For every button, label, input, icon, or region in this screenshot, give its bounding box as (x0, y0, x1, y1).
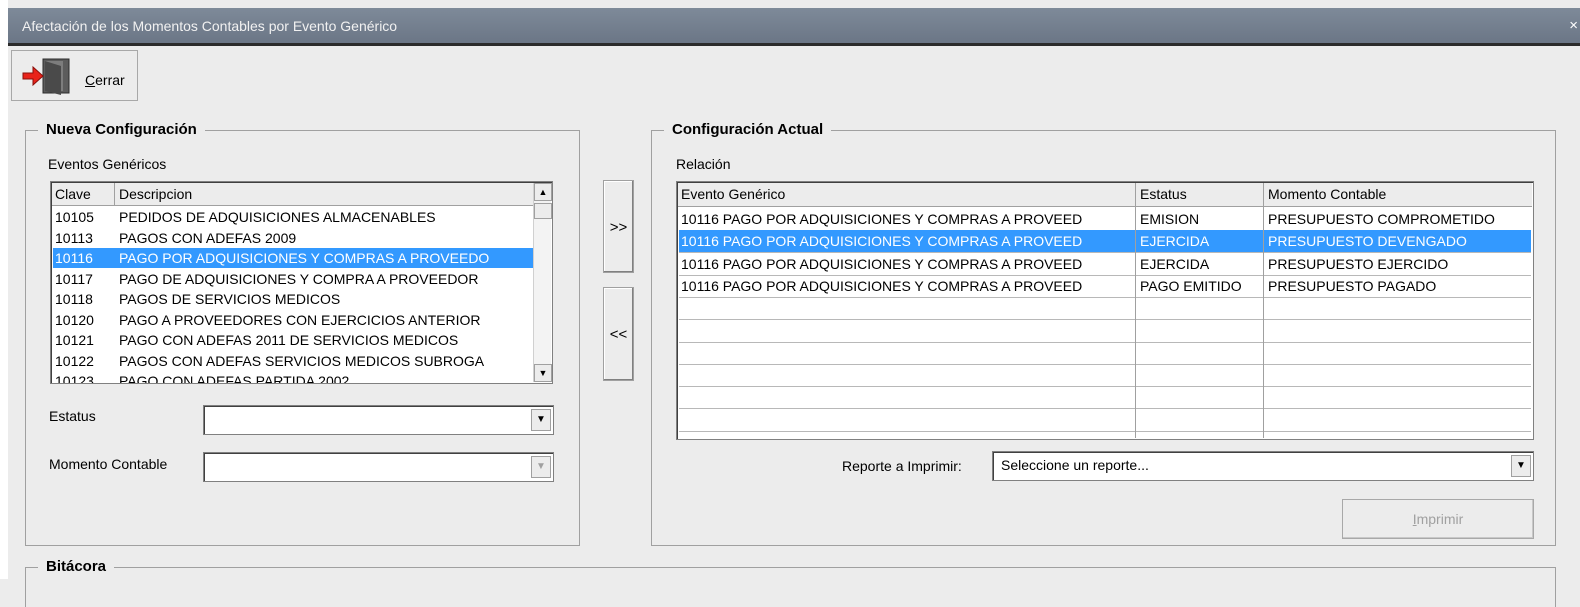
imprimir-button[interactable]: Imprimir (1342, 499, 1534, 539)
list-item[interactable]: 10118 PAGOS DE SERVICIOS MEDICOS (53, 289, 534, 309)
column-header-evento-generico[interactable]: Evento Genérico (681, 186, 785, 202)
window-title: Afectación de los Momentos Contables por… (22, 18, 398, 34)
table-row[interactable]: 10116 PAGO POR ADQUISICIONES Y COMPRAS A… (679, 230, 1531, 253)
estatus-cell: PAGO EMITIDO (1140, 277, 1242, 294)
column-header-momento-contable[interactable]: Momento Contable (1268, 186, 1386, 202)
window-left-edge (0, 0, 8, 579)
estatus-label: Estatus (49, 408, 96, 424)
evento-cell: 10116 PAGO POR ADQUISICIONES Y COMPRAS A… (681, 211, 1083, 227)
descripcion-cell: PAGOS DE SERVICIOS MEDICOS (119, 291, 341, 307)
eventos-genericos-list[interactable]: Clave Descripcion 10105 PEDIDOS DE ADQUIS… (50, 181, 553, 384)
clave-cell: 10116 (55, 250, 93, 266)
descripcion-cell: PAGOS CON ADEFAS SERVICIOS MEDICOS SUBRO… (119, 352, 485, 369)
estatus-cell: EMISION (1140, 211, 1200, 227)
clave-cell: 10120 (55, 311, 94, 328)
scroll-up-button[interactable]: ▲ (534, 183, 552, 201)
momento-cell: PRESUPUESTO EJERCIDO (1268, 255, 1449, 272)
momento-contable-select[interactable]: ▼ (203, 452, 554, 482)
momento-cell: PRESUPUESTO PAGADO (1268, 277, 1437, 294)
chevron-down-icon[interactable]: ▼ (531, 456, 551, 478)
eventos-scrollbar[interactable]: ▲ ▼ (533, 183, 552, 382)
momento-cell: PRESUPUESTO COMPROMETIDO (1268, 211, 1495, 227)
configuracion-actual-title: Configuración Actual (664, 121, 832, 138)
list-item[interactable]: 10122 PAGOS CON ADEFAS SERVICIOS MEDICOS … (53, 351, 534, 371)
descripcion-cell: PAGO A PROVEEDORES CON EJERCICIOS ANTERI… (119, 311, 481, 328)
clave-cell: 10122 (55, 352, 94, 369)
list-item[interactable]: 10117 PAGO DE ADQUISICIONES Y COMPRA A PR… (53, 269, 534, 289)
column-header-estatus[interactable]: Estatus (1140, 186, 1187, 202)
clave-cell: 10105 (55, 209, 94, 225)
estatus-cell: EJERCIDA (1140, 233, 1210, 250)
descripcion-cell: PEDIDOS DE ADQUISICIONES ALMACENABLES (119, 209, 436, 225)
add-relation-button[interactable]: >> (603, 180, 634, 273)
list-item[interactable]: 10113 PAGOS CON ADEFAS 2009 (53, 228, 534, 248)
remove-relation-button[interactable]: << (603, 287, 634, 381)
relacion-label: Relación (676, 156, 731, 172)
descripcion-cell: PAGO POR ADQUISICIONES Y COMPRAS A PROVE… (119, 250, 490, 266)
cerrar-label: Cerrar (85, 72, 125, 88)
eventos-genericos-label: Eventos Genéricos (48, 156, 167, 172)
table-row[interactable]: 10116 PAGO POR ADQUISICIONES Y COMPRAS A… (679, 253, 1531, 275)
clave-cell: 10118 (55, 291, 93, 307)
clave-cell: 10121 (55, 332, 94, 348)
descripcion-cell: PAGO DE ADQUISICIONES Y COMPRA A PROVEED… (119, 270, 479, 287)
table-row[interactable]: 10116 PAGO POR ADQUISICIONES Y COMPRAS A… (679, 275, 1531, 297)
scroll-thumb[interactable] (534, 203, 552, 219)
bitacora-group: Bitácora (25, 558, 1556, 607)
evento-cell: 10116 PAGO POR ADQUISICIONES Y COMPRAS A… (681, 277, 1083, 294)
eventos-list-header: Clave Descripcion (52, 183, 534, 206)
estatus-cell: EJERCIDA (1140, 255, 1210, 272)
column-header-clave[interactable]: Clave (55, 186, 91, 202)
exit-door-icon (22, 58, 70, 95)
chevron-down-icon[interactable]: ▼ (1511, 455, 1531, 477)
main-window: Afectación de los Momentos Contables por… (0, 0, 1580, 607)
column-header-descripcion[interactable]: Descripcion (119, 186, 192, 202)
clave-cell: 10123 (55, 373, 94, 384)
list-item[interactable]: 10120 PAGO A PROVEEDORES CON EJERCICIOS A… (53, 310, 534, 330)
descripcion-cell: PAGO CON ADEFAS 2011 DE SERVICIOS MEDICO… (119, 332, 459, 348)
clave-cell: 10113 (55, 229, 93, 246)
estatus-select[interactable]: ▼ (203, 405, 554, 435)
momento-contable-label: Momento Contable (49, 456, 168, 472)
evento-cell: 10116 PAGO POR ADQUISICIONES Y COMPRAS A… (681, 255, 1083, 272)
nueva-configuracion-title: Nueva Configuración (38, 121, 205, 138)
list-item[interactable]: 10123 PAGO CON ADEFAS PARTIDA 2002 (53, 371, 534, 384)
chevron-down-icon[interactable]: ▼ (531, 409, 551, 431)
list-item[interactable]: 10105 PEDIDOS DE ADQUISICIONES ALMACENABL… (53, 207, 534, 227)
list-item[interactable]: 10116 PAGO POR ADQUISICIONES Y COMPRAS A … (53, 248, 534, 268)
reporte-value: Seleccione un reporte... (1001, 457, 1149, 473)
title-bar: Afectación de los Momentos Contables por… (8, 8, 1580, 46)
table-row[interactable]: 10116 PAGO POR ADQUISICIONES Y COMPRAS A… (679, 208, 1531, 230)
cerrar-button[interactable]: Cerrar (11, 50, 138, 101)
reporte-label: Reporte a Imprimir: (842, 458, 962, 474)
close-window-icon[interactable]: × (1569, 8, 1578, 44)
list-item[interactable]: 10121 PAGO CON ADEFAS 2011 DE SERVICIOS M… (53, 330, 534, 350)
descripcion-cell: PAGOS CON ADEFAS 2009 (119, 229, 297, 246)
relacion-grid[interactable]: Evento Genérico Estatus Momento Contable… (676, 181, 1534, 440)
relacion-grid-header: Evento Genérico Estatus Momento Contable (678, 183, 1532, 207)
descripcion-cell: PAGO CON ADEFAS PARTIDA 2002 (119, 373, 350, 384)
evento-cell: 10116 PAGO POR ADQUISICIONES Y COMPRAS A… (681, 233, 1083, 250)
scroll-down-button[interactable]: ▼ (534, 364, 552, 382)
bitacora-title: Bitácora (38, 558, 115, 575)
clave-cell: 10117 (55, 270, 93, 287)
reporte-select[interactable]: Seleccione un reporte... ▼ (992, 451, 1534, 481)
momento-cell: PRESUPUESTO DEVENGADO (1268, 233, 1467, 250)
